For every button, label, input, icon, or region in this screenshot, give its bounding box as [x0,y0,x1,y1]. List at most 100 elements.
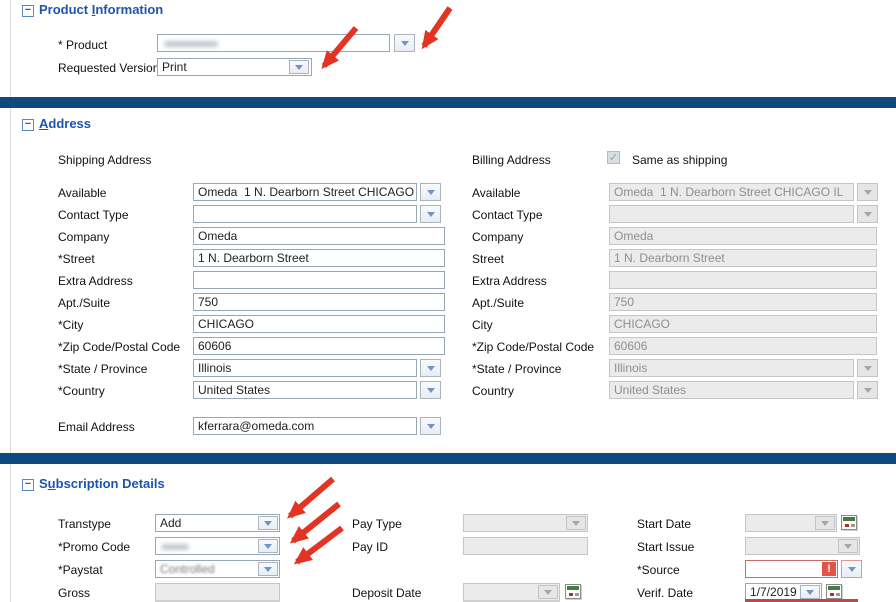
shipping-extra-address-label: Extra Address [58,274,133,288]
deposit-date-dropdown-button [538,585,558,599]
chevron-down-icon [572,521,580,530]
annotation-arrow [290,479,333,516]
billing-country-select: United States [609,381,854,399]
shipping-country-label: *Country [58,384,105,398]
title-accel: A [39,116,48,131]
shipping-company-input[interactable]: Omeda [193,227,445,245]
billing-state-label: *State / Province [472,362,561,376]
collapse-icon[interactable] [22,5,34,17]
chevron-down-icon [264,567,272,576]
shipping-street-input[interactable]: 1 N. Dearborn Street [193,249,445,267]
billing-street-input: 1 N. Dearborn Street [609,249,877,267]
section-title-subscription-details[interactable]: Subscription Details [39,476,165,491]
start-issue-label: Start Issue [637,540,694,554]
start-date-label: Start Date [637,517,691,531]
billing-available-select: Omeda 1 N. Dearborn Street CHICAGO IL [609,183,854,201]
annotation-arrow [424,8,450,46]
chevron-down-icon [427,424,435,433]
billing-zip-label: *Zip Code/Postal Code [472,340,594,354]
calendar-icon[interactable] [826,584,842,599]
requested-version-dropdown-button[interactable] [289,60,309,74]
verif-date-dropdown-button[interactable] [800,585,820,599]
chevron-down-icon [401,41,409,50]
calendar-icon [565,584,581,599]
chevron-down-icon [295,65,303,74]
requested-version-label: Requested Version [58,61,159,75]
chevron-down-icon [427,388,435,397]
shipping-state-dropdown-button[interactable] [420,359,441,377]
billing-available-label: Available [472,186,520,200]
shipping-apt-suite-input[interactable]: 750 [193,293,445,311]
chevron-down-icon [427,212,435,221]
paystat-dropdown-button[interactable] [258,562,278,576]
collapse-icon[interactable] [22,479,34,491]
shipping-state-select[interactable]: Illinois [193,359,417,377]
product-dropdown-button[interactable] [394,34,415,52]
paystat-value: Controlled [160,562,215,576]
start-date-dropdown-button [815,516,835,530]
billing-state-dropdown-button [857,359,878,377]
billing-city-input: CHICAGO [609,315,877,333]
shipping-available-select[interactable]: Omeda 1 N. Dearborn Street CHICAGO IL [193,183,417,201]
pay-id-label: Pay ID [352,540,388,554]
shipping-extra-address-input[interactable] [193,271,445,289]
annotation-arrow [293,504,339,541]
section-title-address[interactable]: Address [39,116,91,131]
chevron-down-icon [544,590,552,599]
billing-apt-suite-input: 750 [609,293,877,311]
shipping-contact-type-dropdown-button[interactable] [420,205,441,223]
shipping-country-dropdown-button[interactable] [420,381,441,399]
billing-available-dropdown-button [857,183,878,201]
billing-company-label: Company [472,230,523,244]
chevron-down-icon [864,212,872,221]
shipping-available-dropdown-button[interactable] [420,183,441,201]
title-text: bscription Details [56,476,165,491]
billing-extra-address-input [609,271,877,289]
gross-input [155,583,280,601]
shipping-street-label: *Street [58,252,95,266]
title-text: nformation [95,2,163,17]
collapse-icon[interactable] [22,119,34,131]
chevron-down-icon [844,544,852,553]
title-text: Product [39,2,92,17]
shipping-address-heading: Shipping Address [58,153,151,167]
pay-id-input [463,537,588,555]
calendar-icon [841,515,857,530]
title-text: ddress [48,116,91,131]
source-label: *Source [637,563,680,577]
section-title-product-information[interactable]: Product Information [39,2,163,17]
email-address-label: Email Address [58,420,135,434]
billing-company-input: Omeda [609,227,877,245]
shipping-contact-type-select[interactable] [193,205,417,223]
billing-apt-suite-label: Apt./Suite [472,296,524,310]
shipping-zip-input[interactable]: 60606 [193,337,445,355]
shipping-city-input[interactable]: CHICAGO [193,315,445,333]
deposit-date-label: Deposit Date [352,586,421,600]
shipping-contact-type-label: Contact Type [58,208,129,222]
chevron-down-icon [427,366,435,375]
pay-type-label: Pay Type [352,517,402,531]
chevron-down-icon [864,388,872,397]
billing-country-label: Country [472,384,514,398]
chevron-down-icon [864,190,872,199]
start-issue-dropdown-button [838,539,858,553]
shipping-country-select[interactable]: United States [193,381,417,399]
source-dropdown-button[interactable] [841,560,862,578]
same-as-shipping-checkbox [607,151,620,164]
promo-code-dropdown-button[interactable] [258,539,278,553]
subscription-entry-form: Product Information * Product Requested … [0,0,896,602]
redacted-text [164,41,218,47]
chevron-down-icon [427,190,435,199]
same-as-shipping-label: Same as shipping [632,153,727,167]
billing-address-heading: Billing Address [472,153,551,167]
email-address-select[interactable]: kferrara@omeda.com [193,417,417,435]
product-label: * Product [58,38,107,52]
transtype-dropdown-button[interactable] [258,516,278,530]
billing-extra-address-label: Extra Address [472,274,547,288]
chevron-down-icon [806,590,814,599]
promo-code-label: *Promo Code [58,540,130,554]
email-address-dropdown-button[interactable] [420,417,441,435]
billing-contact-type-dropdown-button [857,205,878,223]
billing-city-label: City [472,318,493,332]
billing-state-select: Illinois [609,359,854,377]
